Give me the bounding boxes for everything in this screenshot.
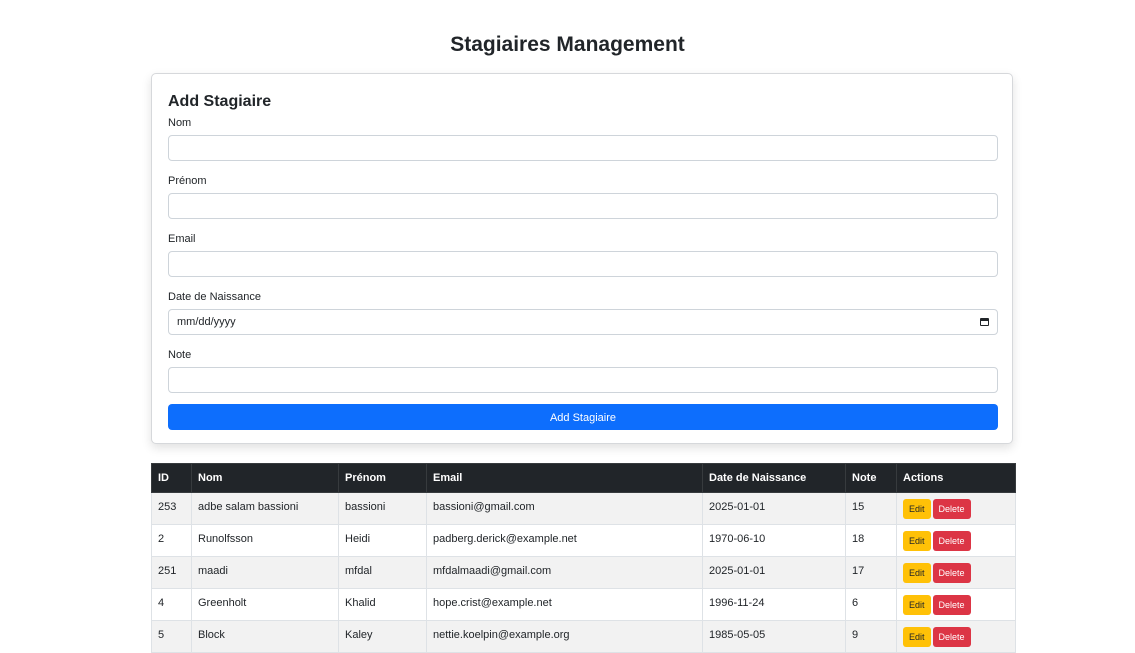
note-label: Note xyxy=(168,349,192,361)
card-title: Add Stagiaire xyxy=(168,93,272,110)
cell-actions: Edit Delete xyxy=(896,492,1016,525)
table-row: 5 Block Kaley nettie.koelpin@example.org… xyxy=(151,620,1016,653)
cell-id: 2 xyxy=(151,524,192,557)
stagiaires-table-wrap: ID Nom Prénom Email Date de Naissance No… xyxy=(151,463,1016,653)
delete-button[interactable]: Delete xyxy=(932,499,971,519)
cell-prenom: Heidi xyxy=(338,524,427,557)
cell-prenom: Kaley xyxy=(338,620,427,653)
add-stagiaire-card: Add Stagiaire Nom Prénom Email Date de N… xyxy=(151,73,1013,444)
cell-date: 1985-05-05 xyxy=(702,620,846,653)
nom-label: Nom xyxy=(168,117,192,129)
add-stagiaire-button[interactable]: Add Stagiaire xyxy=(168,404,998,430)
cell-note: 15 xyxy=(845,492,897,525)
cell-note: 18 xyxy=(845,524,897,557)
edit-button[interactable]: Edit xyxy=(903,563,931,583)
cell-email: mfdalmaadi@gmail.com xyxy=(426,556,703,589)
cell-actions: Edit Delete xyxy=(896,556,1016,589)
calendar-icon[interactable] xyxy=(980,318,989,326)
edit-button[interactable]: Edit xyxy=(903,531,931,551)
cell-nom: maadi xyxy=(191,556,339,589)
cell-id: 4 xyxy=(151,588,192,621)
cell-prenom: Khalid xyxy=(338,588,427,621)
email-label: Email xyxy=(168,233,196,245)
cell-email: nettie.koelpin@example.org xyxy=(426,620,703,653)
note-input[interactable] xyxy=(168,367,998,393)
header-date: Date de Naissance xyxy=(702,463,846,493)
prenom-input[interactable] xyxy=(168,193,998,219)
nom-input[interactable] xyxy=(168,135,998,161)
header-email: Email xyxy=(426,463,703,493)
cell-id: 5 xyxy=(151,620,192,653)
delete-button[interactable]: Delete xyxy=(932,627,971,647)
email-input[interactable] xyxy=(168,251,998,277)
cell-actions: Edit Delete xyxy=(896,620,1016,653)
header-prenom: Prénom xyxy=(338,463,427,493)
table-header-row: ID Nom Prénom Email Date de Naissance No… xyxy=(151,463,1016,493)
prenom-label: Prénom xyxy=(168,175,207,187)
cell-nom: Runolfsson xyxy=(191,524,339,557)
cell-nom: Block xyxy=(191,620,339,653)
cell-date: 1996-11-24 xyxy=(702,588,846,621)
edit-button[interactable]: Edit xyxy=(903,499,931,519)
cell-nom: Greenholt xyxy=(191,588,339,621)
cell-date: 1970-06-10 xyxy=(702,524,846,557)
cell-date: 2025-01-01 xyxy=(702,492,846,525)
cell-id: 251 xyxy=(151,556,192,589)
cell-actions: Edit Delete xyxy=(896,524,1016,557)
edit-button[interactable]: Edit xyxy=(903,595,931,615)
header-nom: Nom xyxy=(191,463,339,493)
table-row: 251 maadi mfdal mfdalmaadi@gmail.com 202… xyxy=(151,556,1016,589)
header-actions: Actions xyxy=(896,463,1016,493)
cell-note: 6 xyxy=(845,588,897,621)
table-row: 253 adbe salam bassioni bassioni bassion… xyxy=(151,492,1016,525)
table-row: 4 Greenholt Khalid hope.crist@example.ne… xyxy=(151,588,1016,621)
cell-prenom: bassioni xyxy=(338,492,427,525)
delete-button[interactable]: Delete xyxy=(932,531,971,551)
cell-id: 253 xyxy=(151,492,192,525)
date-placeholder: mm/dd/yyyy xyxy=(177,316,236,328)
delete-button[interactable]: Delete xyxy=(932,595,971,615)
cell-email: bassioni@gmail.com xyxy=(426,492,703,525)
cell-email: padberg.derick@example.net xyxy=(426,524,703,557)
cell-email: hope.crist@example.net xyxy=(426,588,703,621)
cell-note: 9 xyxy=(845,620,897,653)
cell-actions: Edit Delete xyxy=(896,588,1016,621)
date-naissance-label: Date de Naissance xyxy=(168,291,261,303)
cell-prenom: mfdal xyxy=(338,556,427,589)
page-title: Stagiaires Management xyxy=(450,33,685,56)
header-id: ID xyxy=(151,463,192,493)
cell-note: 17 xyxy=(845,556,897,589)
edit-button[interactable]: Edit xyxy=(903,627,931,647)
date-naissance-input[interactable]: mm/dd/yyyy xyxy=(168,309,998,335)
stagiaires-table: ID Nom Prénom Email Date de Naissance No… xyxy=(151,463,1016,653)
delete-button[interactable]: Delete xyxy=(932,563,971,583)
header-note: Note xyxy=(845,463,897,493)
table-row: 2 Runolfsson Heidi padberg.derick@exampl… xyxy=(151,524,1016,557)
cell-date: 2025-01-01 xyxy=(702,556,846,589)
cell-nom: adbe salam bassioni xyxy=(191,492,339,525)
